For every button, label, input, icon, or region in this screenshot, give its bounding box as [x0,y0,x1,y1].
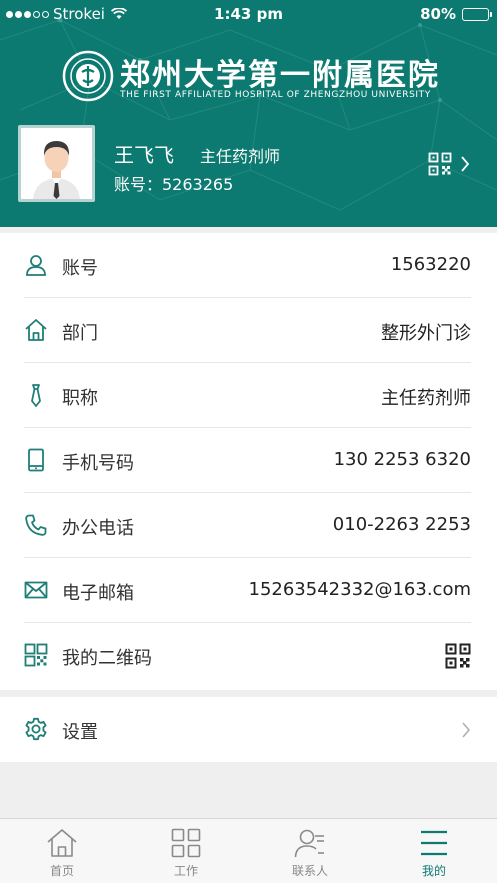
gear-icon [25,717,47,741]
user-icon [26,255,46,276]
list-item-label: 我的二维码 [62,648,152,669]
list-item-email[interactable]: 电子邮箱 15263542332@163.com [0,558,497,623]
list-item-label: 账号 [62,258,98,279]
tab-label: 工作 [173,864,198,878]
tie-icon [31,384,41,407]
chevron-right-icon [462,722,471,738]
tab-contacts[interactable]: 联系人 [248,819,372,883]
header: Strokei 1:43 pm 80% 郑州大学第一附属医院 THE FIRST… [0,0,497,227]
menu-tab-icon [421,830,447,856]
list-item-title[interactable]: 职称 主任药剂师 [0,363,497,428]
battery-icon [462,7,492,21]
info-list: 账号 1563220 部门 整形外门诊 职称 主任药剂师 手机号码 130 22… [0,233,497,690]
hospital-seal-icon [62,50,114,102]
hospital-name-cn: 郑州大学第一附属医院 [120,58,440,93]
list-item-mobile[interactable]: 手机号码 130 2253 6320 [0,428,497,493]
qrcode-outline-icon [24,643,48,667]
list-item-label: 职称 [62,388,98,409]
qrcode-icon[interactable] [445,643,471,669]
hospital-name-en: THE FIRST AFFILIATED HOSPITAL OF ZHENGZH… [120,90,431,100]
contacts-tab-icon [294,829,324,858]
home-tab-icon [47,829,77,857]
telephone-icon [25,514,47,536]
status-bar: Strokei 1:43 pm 80% [0,0,497,28]
profile-card[interactable]: 王飞飞 主任药剂师 账号：5263265 [18,125,488,205]
home-icon [25,319,47,341]
list-item-label: 办公电话 [62,518,134,539]
avatar [18,125,95,202]
list-item-value: 010-2263 2253 [332,514,471,535]
chevron-right-icon[interactable] [460,155,470,173]
mobile-phone-icon [28,448,44,472]
list-item-label: 电子邮箱 [62,583,134,604]
profile-title: 主任药剂师 [200,147,281,166]
list-item-account[interactable]: 账号 1563220 [0,233,497,298]
list-item-label: 手机号码 [62,453,134,474]
grid-tab-icon [171,828,201,858]
tab-label: 我的 [421,864,446,878]
tab-work[interactable]: 工作 [124,819,248,883]
list-item-department[interactable]: 部门 整形外门诊 [0,298,497,363]
list-item-my-qrcode[interactable]: 我的二维码 [0,623,497,688]
list-item-value: 1563220 [390,254,471,275]
settings-row[interactable]: 设置 [0,697,497,762]
avatar-person-icon [21,128,92,199]
mail-icon [24,581,48,599]
settings-label: 设置 [62,722,98,743]
battery-percent: 80% [420,5,456,23]
tab-label: 首页 [49,864,74,878]
list-item-value: 主任药剂师 [381,388,471,409]
list-item-value: 15263542332@163.com [248,579,472,600]
profile-name: 王飞飞 [114,143,174,167]
tab-label: 联系人 [291,864,328,878]
tab-home[interactable]: 首页 [0,819,124,883]
list-item-label: 部门 [62,323,98,344]
list-item-value: 130 2253 6320 [333,449,471,470]
list-item-value: 整形外门诊 [381,323,471,344]
list-item-office-phone[interactable]: 办公电话 010-2263 2253 [0,493,497,558]
tab-mine[interactable]: 我的 [372,819,496,883]
hospital-logo: 郑州大学第一附属医院 THE FIRST AFFILIATED HOSPITAL… [62,46,442,106]
tab-bar: 首页 工作 联系人 我的 [0,818,497,883]
profile-account: 账号：5263265 [114,175,234,194]
qrcode-icon[interactable] [428,152,452,176]
